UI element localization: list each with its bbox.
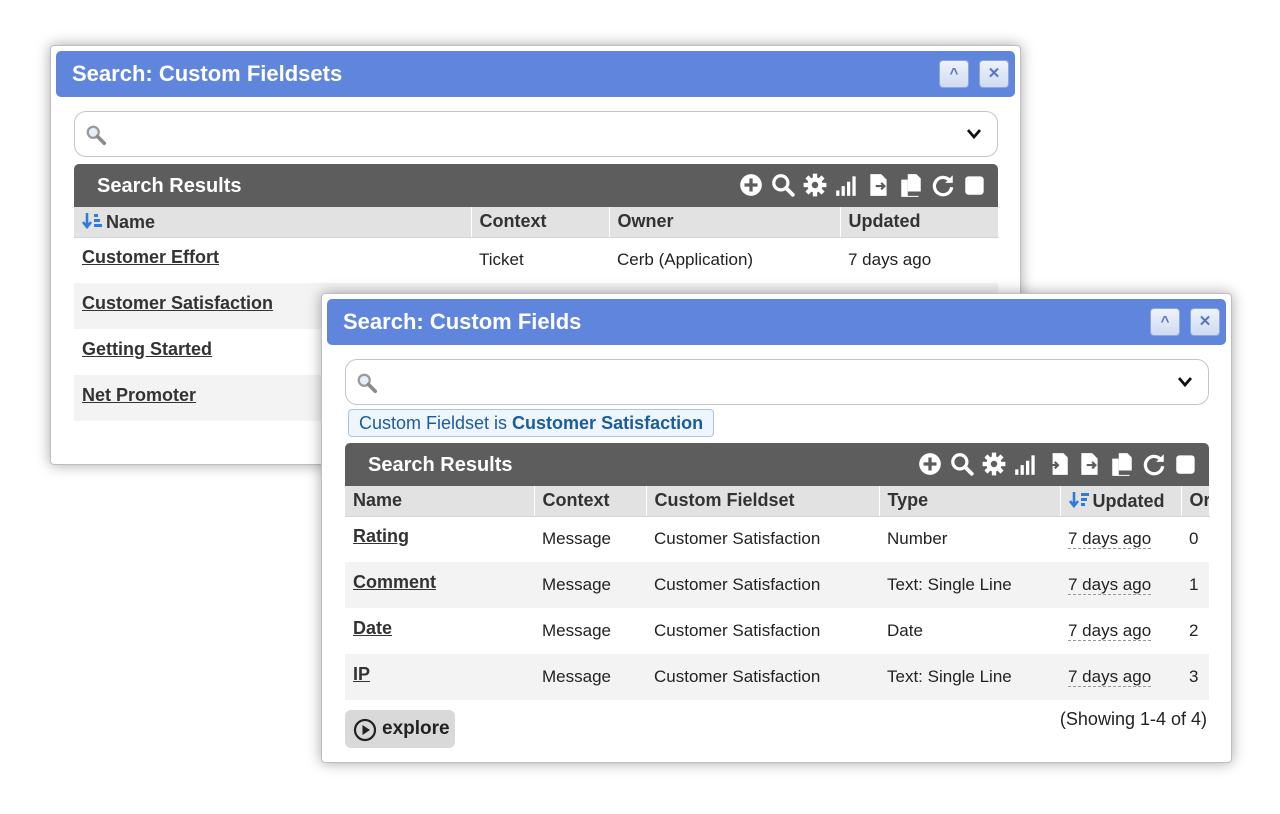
row-context: Message [542,529,611,549]
column-header-name[interactable]: Name [74,207,472,238]
row-order: 2 [1189,621,1199,640]
column-header-updated[interactable]: Updated [1060,486,1182,517]
play-icon [353,718,377,742]
fieldsets-results-bar: Search Results [74,164,998,207]
search-magnifier-icon [356,372,378,394]
explore-label: explore [382,718,450,739]
import-icon[interactable] [1045,451,1071,477]
row-fieldset: Customer Satisfaction [654,621,821,640]
row-updated: 7 days ago [1060,654,1181,700]
fields-results-bar: Search Results [345,443,1209,486]
gear-icon[interactable] [802,172,828,198]
filter-chip-prefix: Custom Fieldset is [359,413,513,433]
copy-icon[interactable] [1109,451,1135,477]
filter-chip-value: Customer Satisfaction [512,413,704,433]
chevron-down-icon[interactable] [1178,376,1192,388]
column-header-name[interactable]: Name [345,486,535,517]
fields-search-input[interactable] [345,359,1209,405]
table-row: Rating Message Customer Satisfaction Num… [345,516,1209,562]
row-context: Message [534,562,646,608]
results-title: Search Results [97,175,242,197]
row-type: Date [887,621,923,640]
column-header-label: Updated [1092,490,1165,511]
column-header-fieldset[interactable]: Custom Fieldset [646,486,880,517]
chart-icon[interactable] [1013,451,1039,477]
add-icon[interactable] [917,451,943,477]
column-header-owner[interactable]: Owner [609,207,841,238]
gear-icon[interactable] [981,451,1007,477]
row-name-link[interactable]: Customer Effort [74,237,471,283]
sort-asc-icon [82,212,102,229]
row-name-link[interactable]: IP [345,654,534,700]
column-header-type[interactable]: Type [879,486,1061,517]
row-order: 1 [1181,562,1209,608]
row-updated: 7 days ago [1060,608,1181,654]
export-icon[interactable] [866,172,892,198]
column-header-updated[interactable]: Updated [840,207,999,238]
row-context: Ticket [479,250,524,270]
row-updated: 7 days ago [1060,516,1181,562]
search-magnifier-icon [85,124,107,146]
select-all-checkbox[interactable] [962,172,988,198]
column-header-order[interactable]: Or [1181,486,1210,517]
close-button[interactable]: ✕ [1190,308,1220,336]
row-type: Text: Single Line [879,562,1060,608]
fieldsets-titlebar[interactable]: Search: Custom Fieldsets ^ ✕ [56,51,1015,97]
row-type: Number [887,529,948,549]
row-updated-text: 7 days ago [1068,667,1152,687]
fields-popup-title: Search: Custom Fields [343,309,582,334]
column-header-context[interactable]: Context [534,486,647,517]
fieldsets-popup-title: Search: Custom Fieldsets [72,61,343,86]
table-row: IP Message Customer Satisfaction Text: S… [345,654,1209,700]
add-icon[interactable] [738,172,764,198]
row-context: Message [534,654,646,700]
column-header-label: Name [106,211,156,232]
row-owner: Cerb (Application) [617,250,754,270]
row-name-link[interactable]: Date [345,608,534,654]
row-context: Message [542,621,611,640]
row-name-link[interactable]: Rating [345,516,534,562]
fields-popup: Search: Custom Fields ^ ✕ Custom Fieldse… [321,293,1232,763]
select-all-checkbox[interactable] [1173,451,1199,477]
fields-titlebar[interactable]: Search: Custom Fields ^ ✕ [327,299,1226,345]
search-icon[interactable] [949,451,975,477]
row-order: 0 [1189,529,1199,549]
table-row: Customer Effort Ticket Cerb (Application… [74,237,998,283]
row-fieldset: Customer Satisfaction [646,654,879,700]
row-updated-text: 7 days ago [1068,621,1152,641]
refresh-icon[interactable] [1141,451,1167,477]
close-button[interactable]: ✕ [979,60,1009,88]
row-updated-text: 7 days ago [1068,529,1152,550]
filter-chip[interactable]: Custom Fieldset is Customer Satisfaction [348,409,715,437]
explore-button[interactable]: explore [345,710,455,748]
row-fieldset: Customer Satisfaction [646,562,879,608]
search-icon[interactable] [770,172,796,198]
table-row: Date Message Customer Satisfaction Date … [345,608,1209,654]
row-updated-text: 7 days ago [1068,575,1152,595]
chart-icon[interactable] [834,172,860,198]
row-order: 3 [1181,654,1209,700]
row-name-link[interactable]: Comment [345,562,534,608]
export-icon[interactable] [1077,451,1103,477]
refresh-icon[interactable] [930,172,956,198]
fieldsets-search-input[interactable] [74,111,998,157]
row-fieldset: Customer Satisfaction [654,529,821,549]
collapse-button[interactable]: ^ [1150,308,1180,336]
column-header-context[interactable]: Context [471,207,610,238]
collapse-button[interactable]: ^ [939,60,969,88]
row-type: Text: Single Line [879,654,1060,700]
fields-table: Name Context Custom Fieldset Type Update… [345,486,1210,700]
showing-count: (Showing 1-4 of 4) [1059,709,1207,729]
table-row: Comment Message Customer Satisfaction Te… [345,562,1209,608]
sort-desc-icon [1068,491,1089,508]
copy-icon[interactable] [898,172,924,198]
row-updated: 7 days ago [1060,562,1181,608]
results-title: Search Results [368,454,513,476]
row-updated: 7 days ago [848,250,932,270]
chevron-down-icon[interactable] [967,128,981,140]
